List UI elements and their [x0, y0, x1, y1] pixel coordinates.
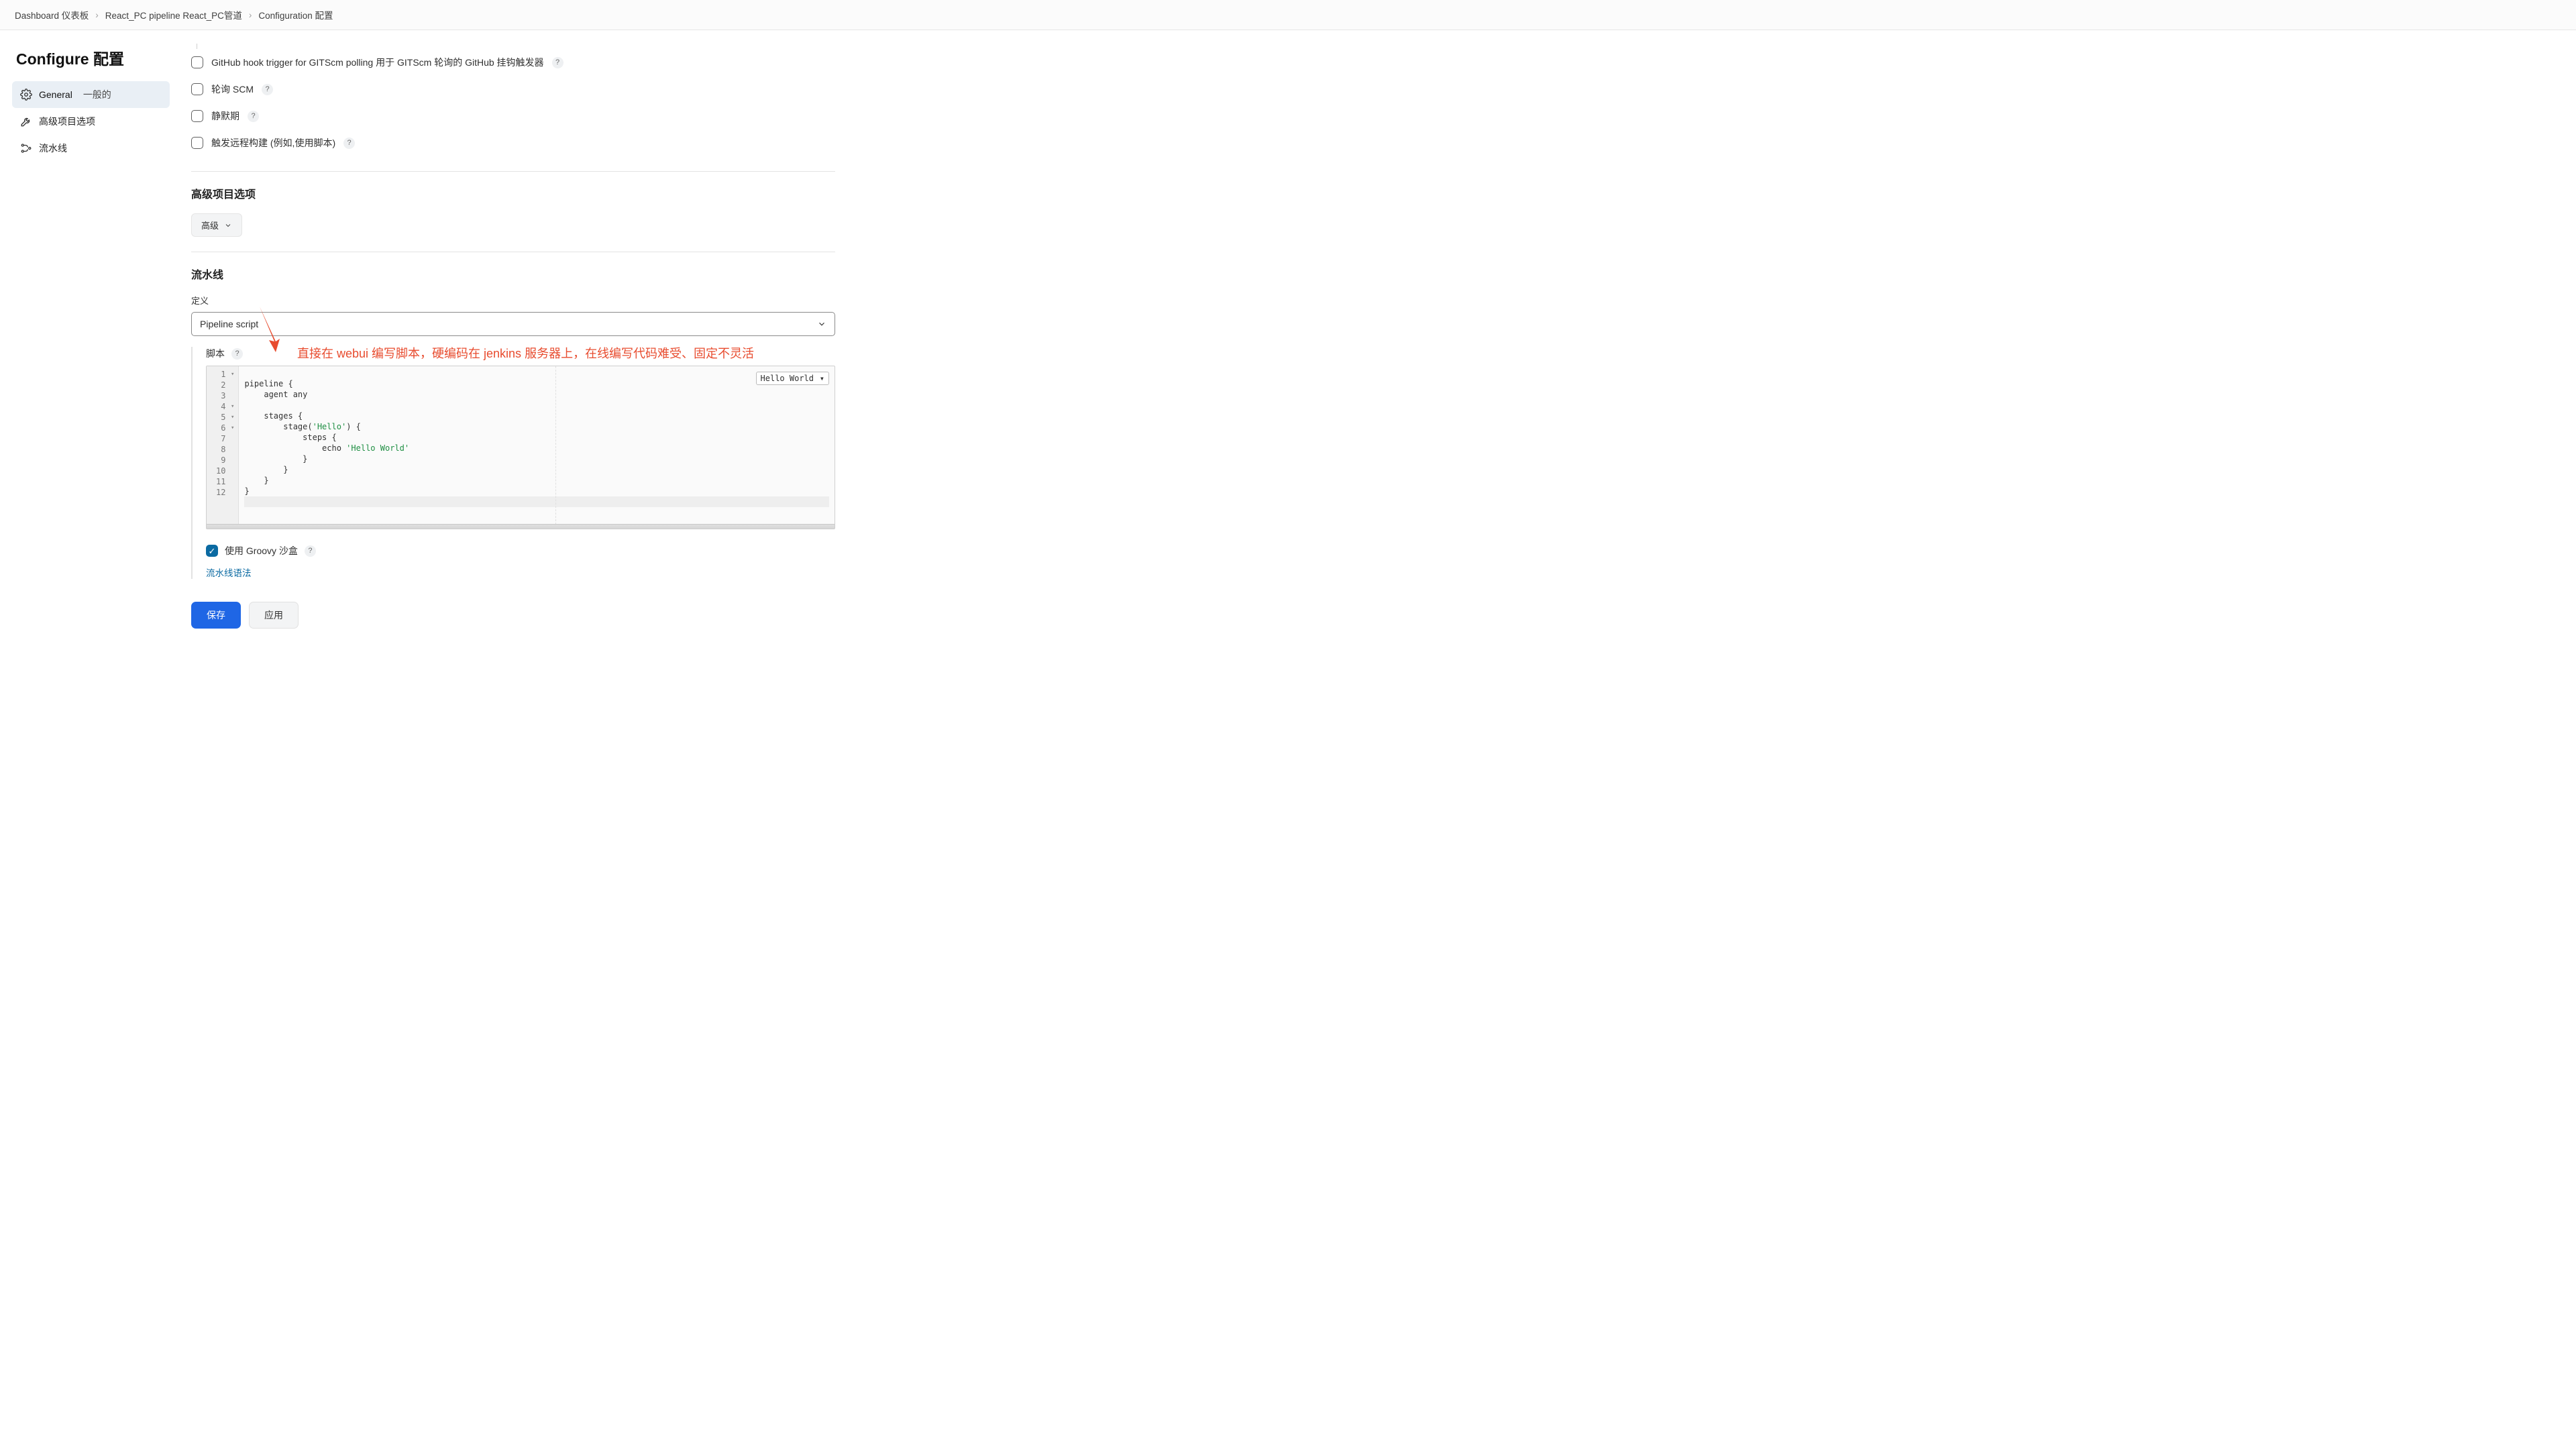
trigger-quiet-period-row: 静默期 ?: [191, 103, 835, 129]
advanced-toggle-label: 高级: [201, 219, 219, 231]
trigger-label: 触发远程构建 (例如,使用脚本): [211, 136, 335, 150]
sample-script-select[interactable]: Hello World: [756, 372, 829, 385]
script-label: 脚本: [206, 347, 225, 360]
help-icon[interactable]: ?: [305, 545, 316, 557]
breadcrumb-dashboard[interactable]: Dashboard 仪表板: [15, 8, 89, 21]
checkbox-remote-trigger[interactable]: [191, 137, 203, 149]
wrench-icon: [20, 115, 32, 127]
chevron-down-icon: [817, 319, 826, 329]
breadcrumb-configuration[interactable]: Configuration 配置: [258, 8, 333, 21]
checkbox-groovy-sandbox[interactable]: [206, 545, 218, 557]
definition-select[interactable]: Pipeline script: [191, 312, 835, 336]
sidebar-item-general[interactable]: General 一般的: [12, 81, 170, 108]
help-icon[interactable]: ?: [231, 348, 243, 360]
trigger-github-hook-row: GitHub hook trigger for GITScm polling 用…: [191, 49, 835, 76]
breadcrumb: Dashboard 仪表板 › React_PC pipeline React_…: [0, 0, 2576, 30]
sidebar-item-label: 高级项目选项: [39, 115, 95, 128]
save-button[interactable]: 保存: [191, 602, 241, 629]
editor-gutter: 1▾ 2 3 4▾ 5▾ 6▾ 7 8 9 10 11 12: [207, 366, 239, 529]
editor-code[interactable]: pipeline { agent any stages { stage('Hel…: [239, 366, 835, 529]
script-editor[interactable]: 1▾ 2 3 4▾ 5▾ 6▾ 7 8 9 10 11 12 pipeline …: [206, 366, 835, 529]
main-content: GitHub hook trigger for GITScm polling 用…: [178, 30, 862, 669]
advanced-toggle-button[interactable]: 高级: [191, 213, 242, 237]
help-icon[interactable]: ?: [343, 138, 355, 149]
gear-icon: [20, 89, 32, 101]
definition-label: 定义: [191, 294, 835, 307]
definition-value: Pipeline script: [200, 319, 258, 329]
sidebar-item-label-en: General: [39, 89, 72, 100]
chevron-right-icon: ›: [249, 10, 252, 20]
breadcrumb-pipeline[interactable]: React_PC pipeline React_PC管道: [105, 8, 242, 21]
pipeline-syntax-link[interactable]: 流水线语法: [206, 566, 835, 579]
trigger-label: GitHub hook trigger for GITScm polling 用…: [211, 56, 544, 69]
pipeline-section-title: 流水线: [191, 266, 835, 282]
trigger-label: 静默期: [211, 109, 239, 123]
page-title: Configure 配置: [16, 46, 166, 69]
sidebar-item-label: 流水线: [39, 142, 67, 155]
help-icon[interactable]: ?: [262, 84, 273, 95]
chevron-down-icon: [224, 221, 232, 229]
sandbox-row: 使用 Groovy 沙盒 ?: [206, 544, 835, 557]
sample-script-value: Hello World: [761, 374, 814, 383]
sidebar-item-advanced[interactable]: 高级项目选项: [12, 108, 170, 135]
sidebar-item-label-zh: 一般的: [83, 88, 111, 101]
pipeline-icon: [20, 142, 32, 154]
sidebar-item-pipeline[interactable]: 流水线: [12, 135, 170, 162]
sidebar: Configure 配置 General 一般的 高级项目选项 流水线: [0, 30, 178, 669]
sandbox-label: 使用 Groovy 沙盒: [225, 544, 298, 557]
trigger-remote-row: 触发远程构建 (例如,使用脚本) ?: [191, 129, 835, 156]
chevron-right-icon: ›: [95, 10, 99, 20]
annotation-text: 直接在 webui 编写脚本，硬编码在 jenkins 服务器上，在线编写代码难…: [297, 344, 754, 362]
checkbox-poll-scm[interactable]: [191, 83, 203, 95]
help-icon[interactable]: ?: [248, 111, 259, 122]
script-section: 直接在 webui 编写脚本，硬编码在 jenkins 服务器上，在线编写代码难…: [191, 347, 835, 579]
button-bar: 保存 应用: [191, 602, 835, 629]
help-icon[interactable]: ?: [552, 57, 564, 68]
trigger-label: 轮询 SCM: [211, 83, 254, 96]
annotation-arrow-icon: [253, 305, 285, 354]
advanced-section-title: 高级项目选项: [191, 185, 835, 201]
checkbox-quiet-period[interactable]: [191, 110, 203, 122]
checkbox-github-hook[interactable]: [191, 56, 203, 68]
divider: [191, 171, 835, 172]
trigger-poll-scm-row: 轮询 SCM ?: [191, 76, 835, 103]
apply-button[interactable]: 应用: [249, 602, 299, 629]
